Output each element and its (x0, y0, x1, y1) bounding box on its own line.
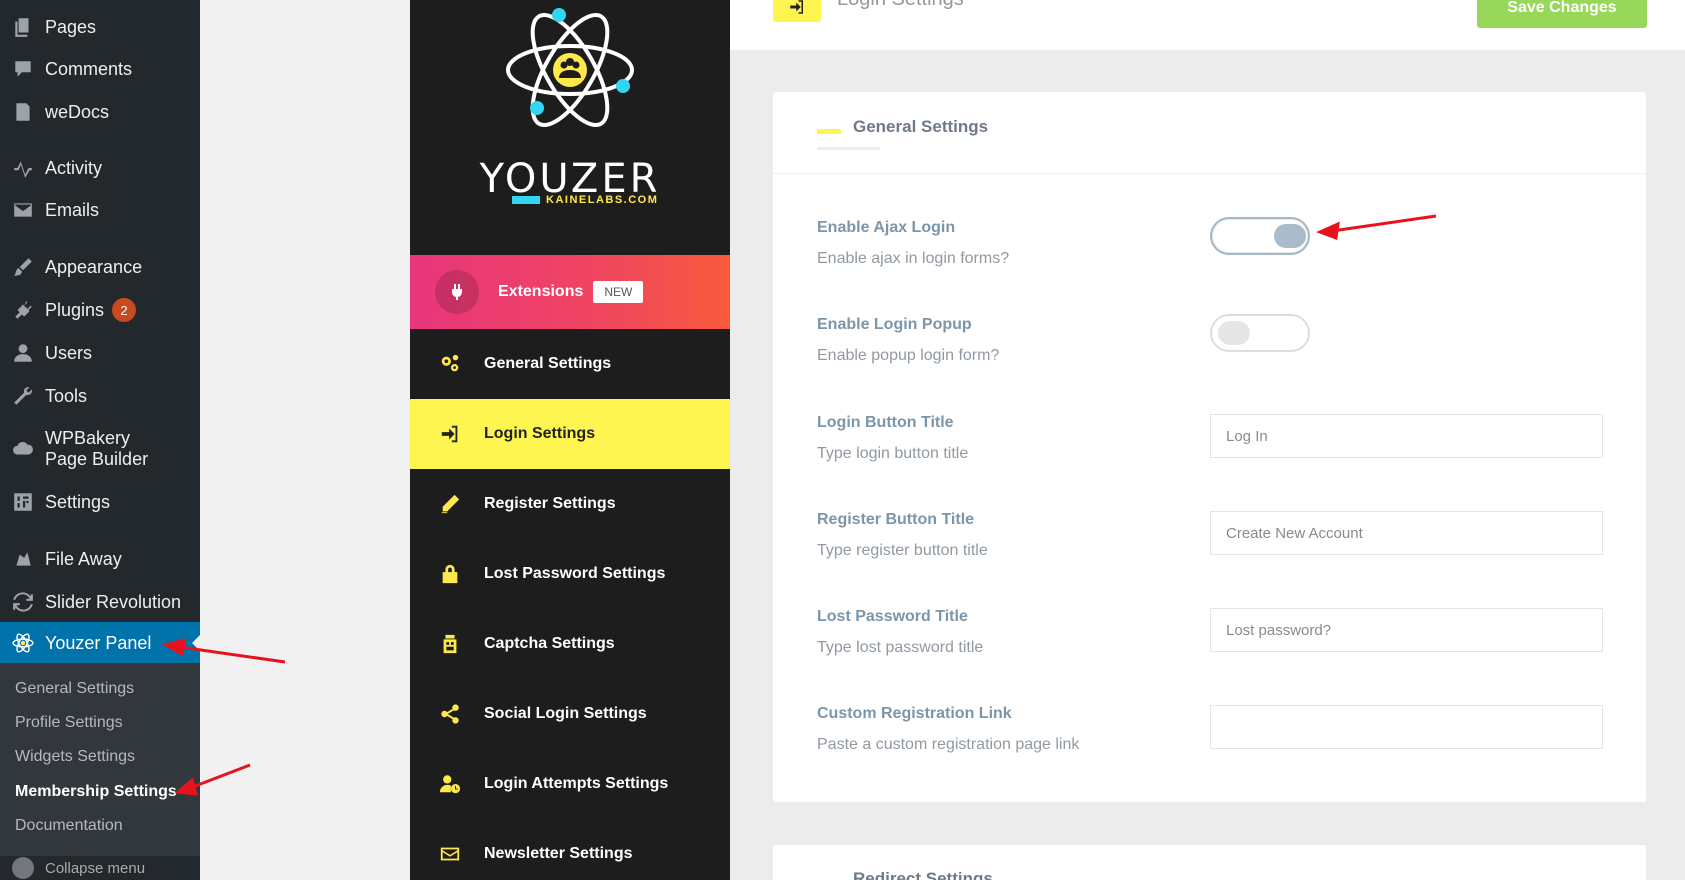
wp-menu-comments[interactable]: Comments (0, 49, 200, 89)
sign-in-icon (773, 0, 821, 22)
register-button-title-input[interactable]: Create New Account (1210, 511, 1603, 555)
brush-icon (12, 256, 34, 278)
submenu-general-settings[interactable]: General Settings (15, 680, 134, 698)
youzer-menu-captcha-settings[interactable]: Captcha Settings (410, 609, 730, 679)
comments-icon (12, 58, 34, 80)
card-title: Redirect Settings (853, 869, 993, 880)
option-register-button-title: Register Button Title Type register butt… (817, 511, 988, 559)
envelope-icon (438, 842, 462, 866)
sign-in-icon (438, 422, 462, 446)
youzer-menu-lost-password-settings[interactable]: Lost Password Settings (410, 539, 730, 609)
card-header: General Settings (773, 92, 1646, 174)
wp-menu-users[interactable]: Users (0, 333, 200, 373)
wp-menu-appearance[interactable]: Appearance (0, 247, 200, 287)
option-login-button-title: Login Button Title Type login button tit… (817, 414, 969, 462)
card-title: General Settings (853, 117, 989, 136)
wp-menu-settings[interactable]: Settings (0, 482, 200, 522)
option-custom-registration-link: Custom Registration Link Paste a custom … (817, 705, 1080, 753)
user-clock-icon (438, 772, 462, 796)
settings-header-bar: Login Settings Save Changes (730, 0, 1685, 50)
wrench-icon (12, 385, 34, 407)
youzer-logo: YOUZER KAINELABS.COM (410, 0, 730, 255)
enable-ajax-login-toggle[interactable] (1210, 217, 1310, 255)
save-changes-button[interactable]: Save Changes (1477, 0, 1647, 28)
file-away-icon (12, 548, 34, 570)
redirect-settings-card: Redirect Settings (773, 845, 1646, 880)
title-underline (817, 147, 880, 150)
youzer-panel-nav: YOUZER KAINELABS.COM Extensions NEW Gene… (410, 0, 730, 880)
title-accent (817, 129, 841, 134)
wp-admin-sidebar: Pages Comments weDocs Activity Emails Ap… (0, 0, 200, 880)
youzer-menu-login-attempts-settings[interactable]: Login Attempts Settings (410, 749, 730, 819)
new-badge: NEW (593, 281, 644, 303)
youzer-menu-social-login-settings[interactable]: Social Login Settings (410, 679, 730, 749)
extensions-menu-item[interactable]: Extensions NEW (410, 255, 730, 329)
wp-menu-file-away[interactable]: File Away (0, 539, 200, 579)
plug-icon (435, 270, 479, 314)
atom-icon (12, 632, 34, 654)
wp-menu-wedocs[interactable]: weDocs (0, 92, 200, 132)
gears-icon (438, 352, 462, 376)
youzer-menu-general-settings[interactable]: General Settings (410, 329, 730, 399)
refresh-icon (12, 591, 34, 613)
atom-logo-icon (506, 8, 634, 128)
login-button-title-input[interactable]: Log In (1210, 414, 1603, 458)
enable-login-popup-toggle[interactable] (1210, 314, 1310, 352)
share-icon (438, 702, 462, 726)
submenu-profile-settings[interactable]: Profile Settings (15, 714, 123, 732)
docs-icon (12, 101, 34, 123)
option-lost-password-title: Lost Password Title Type lost password t… (817, 608, 984, 656)
option-enable-ajax-login: Enable Ajax Login Enable ajax in login f… (817, 219, 1010, 267)
wp-menu-tools[interactable]: Tools (0, 376, 200, 416)
youzer-menu-register-settings[interactable]: Register Settings (410, 469, 730, 539)
submenu-membership-settings[interactable]: Membership Settings (15, 783, 177, 801)
captcha-icon (438, 632, 462, 656)
general-settings-card: General Settings Enable Ajax Login Enabl… (773, 92, 1646, 802)
collapse-icon (12, 857, 34, 879)
email-icon (12, 199, 34, 221)
youzer-submenu: General Settings Profile Settings Widget… (0, 663, 200, 856)
wp-menu-youzer-panel[interactable]: Youzer Panel (0, 622, 200, 664)
plugin-icon (12, 299, 34, 321)
submenu-documentation[interactable]: Documentation (15, 817, 123, 835)
wp-menu-activity[interactable]: Activity (0, 148, 200, 188)
lost-password-title-input[interactable]: Lost password? (1210, 608, 1603, 652)
wp-menu-slider-revolution[interactable]: Slider Revolution (0, 582, 200, 622)
wp-menu-emails[interactable]: Emails (0, 190, 200, 230)
wp-menu-wpbakery[interactable]: WPBakery Page Builder (0, 422, 200, 476)
cloud-icon (12, 438, 34, 460)
custom-registration-link-input[interactable] (1210, 705, 1603, 749)
wp-menu-pages[interactable]: Pages (0, 7, 200, 47)
youzer-menu-newsletter-settings[interactable]: Newsletter Settings (410, 819, 730, 880)
collapse-menu-button[interactable]: Collapse menu (0, 856, 200, 880)
pages-icon (12, 16, 34, 38)
settings-icon (12, 491, 34, 513)
wp-menu-plugins[interactable]: Plugins 2 (0, 290, 200, 330)
page-title: Login Settings (837, 0, 964, 11)
user-icon (12, 342, 34, 364)
plugins-update-badge: 2 (112, 298, 137, 322)
youzer-menu-login-settings[interactable]: Login Settings (410, 399, 730, 469)
option-enable-login-popup: Enable Login Popup Enable popup login fo… (817, 316, 1000, 364)
lock-icon (438, 562, 462, 586)
submenu-widgets-settings[interactable]: Widgets Settings (15, 748, 135, 766)
activity-icon (12, 157, 34, 179)
pencil-icon (438, 492, 462, 516)
youzer-brand-sub: KAINELABS.COM (512, 194, 658, 206)
